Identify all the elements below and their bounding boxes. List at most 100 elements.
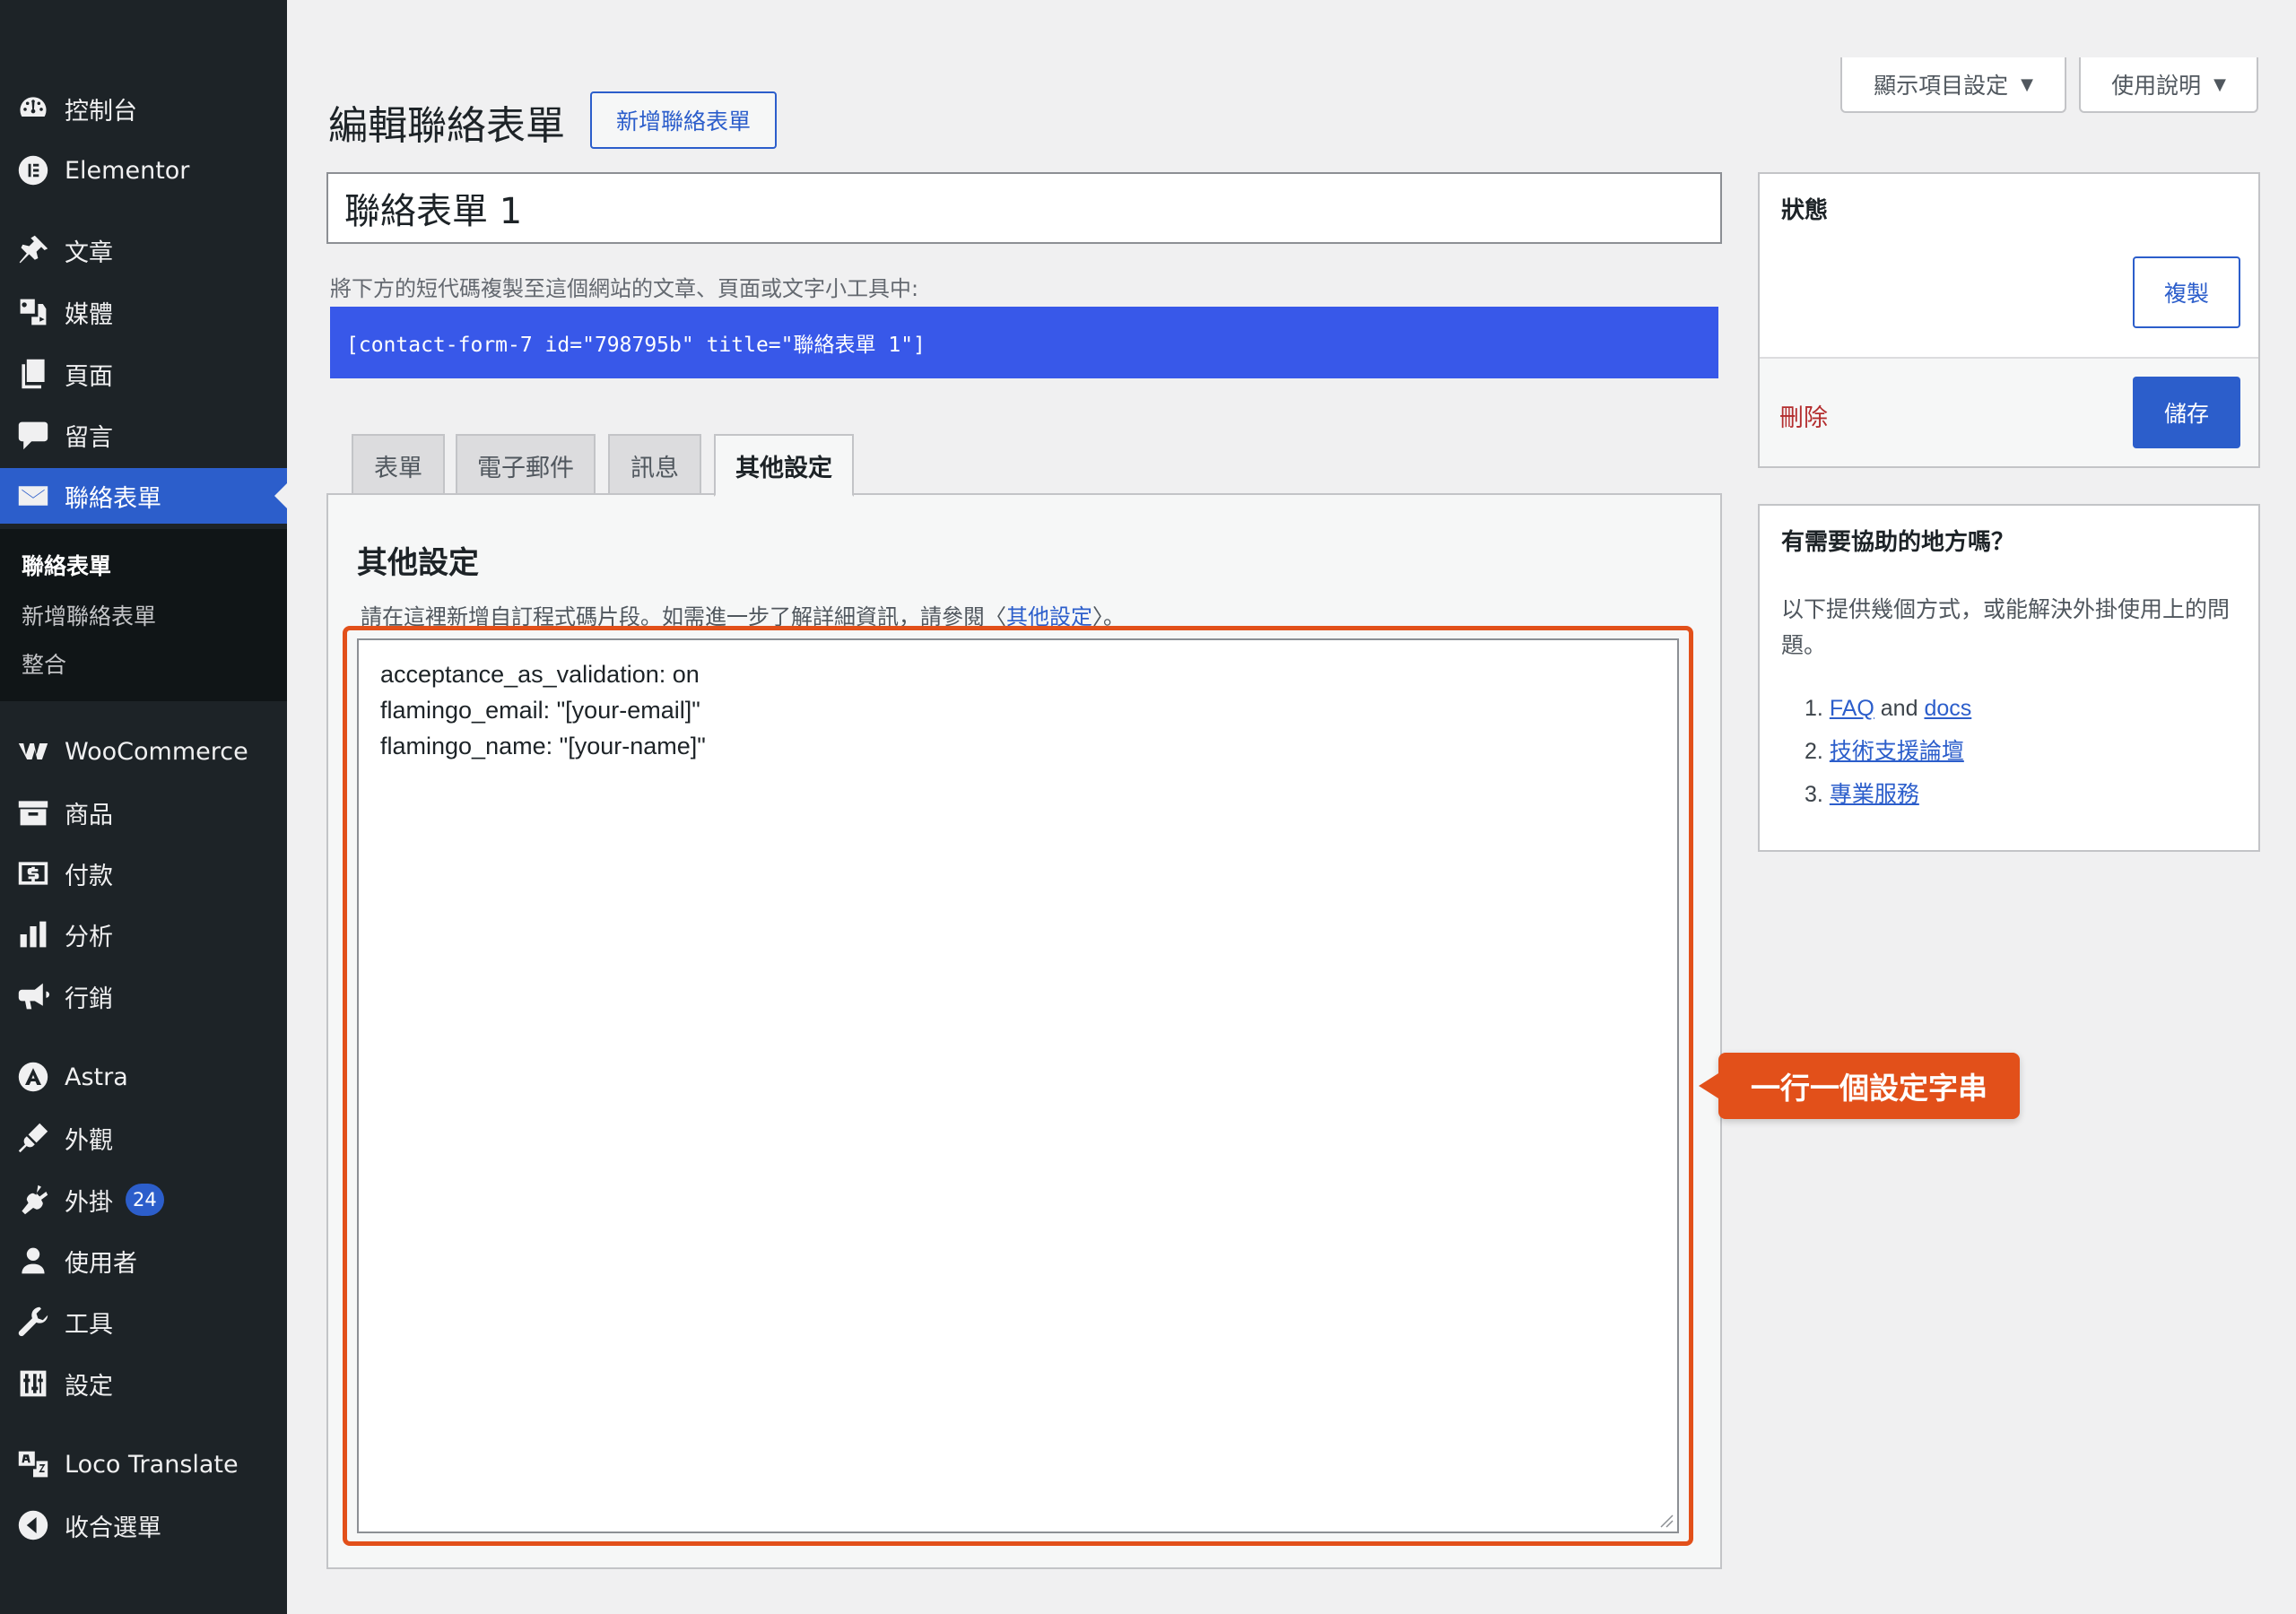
status-actions: 刪除 儲存 — [1760, 357, 2258, 466]
help-box: 有需要協助的地方嗎？ 以下提供幾個方式，或能解決外掛使用上的問題。 1. FAQ… — [1758, 504, 2260, 852]
sidebar-collapse-menu[interactable]: 收合選單 — [0, 1497, 287, 1553]
settings-line: flamingo_email: "[your-email]" — [380, 697, 700, 724]
sidebar-item-comments[interactable]: 留言 — [0, 407, 287, 463]
payment-icon — [0, 846, 65, 901]
sidebar-item-dashboard[interactable]: 控制台 — [0, 81, 287, 136]
support-forum-link[interactable]: 技術支援論壇 — [1830, 739, 1964, 764]
submenu-item-contact-forms[interactable]: 聯絡表單 — [22, 549, 111, 581]
collapse-icon — [0, 1497, 65, 1553]
help-button[interactable]: 使用說明 ▼ — [2079, 57, 2258, 113]
dashboard-icon — [0, 81, 65, 136]
form-title-input[interactable]: 聯絡表單 1 — [326, 172, 1722, 244]
sidebar-item-astra[interactable]: Astra — [0, 1049, 287, 1105]
help-item: 1. FAQ and docs — [1805, 687, 1971, 730]
resize-handle-icon[interactable] — [1659, 1514, 1674, 1528]
sidebar-item-media[interactable]: 媒體 — [0, 284, 287, 340]
list-number: 2. — [1805, 739, 1823, 764]
sidebar-item-loco-translate[interactable]: Loco Translate — [0, 1436, 287, 1492]
sidebar-item-tools[interactable]: 工具 — [0, 1294, 287, 1349]
help-label: 使用說明 — [2111, 73, 2202, 99]
additional-settings-textarea[interactable]: acceptance_as_validation: on flamingo_em… — [357, 638, 1679, 1533]
save-button[interactable]: 儲存 — [2133, 377, 2240, 448]
settings-line: acceptance_as_validation: on — [380, 661, 700, 688]
help-title: 有需要協助的地方嗎？ — [1781, 529, 2015, 556]
woocommerce-icon — [0, 724, 65, 779]
list-number: 3. — [1805, 782, 1823, 807]
astra-icon — [0, 1049, 65, 1105]
megaphone-icon — [0, 968, 65, 1024]
sidebar-item-label: 收合選單 — [65, 1514, 161, 1542]
help-list: 1. FAQ and docs 2. 技術支援論壇 3. 專業服務 — [1805, 687, 1971, 816]
tab-form[interactable]: 表單 — [352, 434, 445, 495]
sidebar-item-woocommerce[interactable]: WooCommerce — [0, 724, 287, 779]
pages-icon — [0, 346, 65, 402]
sidebar-item-label: Elementor — [65, 156, 190, 185]
docs-link[interactable]: docs — [1924, 696, 1971, 721]
sidebar-item-label: 頁面 — [65, 362, 113, 391]
help-item: 3. 專業服務 — [1805, 773, 1971, 816]
delete-link[interactable]: 刪除 — [1779, 398, 1828, 433]
mail-icon — [0, 468, 65, 524]
submenu-item-integration[interactable]: 整合 — [22, 647, 66, 680]
faq-link[interactable]: FAQ — [1830, 696, 1874, 721]
settings-line: flamingo_name: "[your-name]" — [380, 733, 706, 759]
sidebar-item-label: 外觀 — [65, 1126, 113, 1155]
sidebar-item-marketing[interactable]: 行銷 — [0, 968, 287, 1024]
archive-icon — [0, 785, 65, 840]
shortcode-hint: 將下方的短代碼複製至這個網站的文章、頁面或文字小工具中: — [330, 276, 919, 301]
professional-services-link[interactable]: 專業服務 — [1830, 782, 1919, 807]
elementor-icon — [0, 143, 65, 198]
sidebar-item-label: 使用者 — [65, 1249, 137, 1278]
help-item: 2. 技術支援論壇 — [1805, 730, 1971, 773]
plugin-icon — [0, 1172, 65, 1228]
sidebar-item-label: WooCommerce — [65, 737, 248, 766]
and-text: and — [1880, 696, 1918, 721]
translate-icon — [0, 1436, 65, 1492]
sidebar-item-contact[interactable]: 聯絡表單 — [0, 468, 287, 524]
submenu-item-add-new[interactable]: 新增聯絡表單 — [22, 599, 156, 631]
media-icon — [0, 284, 65, 340]
sidebar-item-products[interactable]: 商品 — [0, 785, 287, 840]
status-box: 狀態 複製 刪除 儲存 — [1758, 172, 2260, 468]
sidebar-item-label: 控制台 — [65, 97, 137, 126]
tab-messages[interactable]: 訊息 — [608, 434, 701, 495]
sidebar-item-users[interactable]: 使用者 — [0, 1233, 287, 1289]
panel-heading: 其他設定 — [357, 545, 479, 581]
sidebar-item-label: 聯絡表單 — [65, 484, 161, 513]
page-title: 編輯聯絡表單 — [328, 103, 565, 149]
plugin-update-badge: 24 — [126, 1184, 164, 1216]
sidebar-item-label: 商品 — [65, 801, 113, 829]
status-title: 狀態 — [1781, 197, 1829, 224]
screen-options-button[interactable]: 顯示項目設定 ▼ — [1840, 57, 2066, 113]
tab-additional-settings[interactable]: 其他設定 — [714, 434, 854, 497]
sidebar-item-label: 設定 — [65, 1372, 113, 1401]
analytics-icon — [0, 907, 65, 962]
screen-options-label: 顯示項目設定 — [1874, 73, 2009, 99]
sidebar-item-appearance[interactable]: 外觀 — [0, 1110, 287, 1166]
admin-sidebar: 控制台 Elementor 文章 媒體 頁面 留言 聯絡表單 聯絡表單 新增聯絡… — [0, 0, 287, 1614]
sidebar-item-label: 外掛 — [65, 1188, 113, 1217]
help-description: 以下提供幾個方式，或能解決外掛使用上的問題。 — [1781, 596, 2231, 658]
sidebar-item-pages[interactable]: 頁面 — [0, 346, 287, 402]
sidebar-item-settings[interactable]: 設定 — [0, 1356, 287, 1411]
add-new-contact-form-button[interactable]: 新增聯絡表單 — [590, 91, 777, 149]
sidebar-item-label: 媒體 — [65, 300, 113, 329]
sidebar-item-label: 付款 — [65, 862, 113, 890]
sidebar-item-label: 文章 — [65, 239, 113, 267]
sidebar-item-elementor[interactable]: Elementor — [0, 143, 287, 198]
wrench-icon — [0, 1294, 65, 1349]
duplicate-button[interactable]: 複製 — [2133, 256, 2240, 328]
tab-mail[interactable]: 電子郵件 — [456, 434, 596, 495]
settings-icon — [0, 1356, 65, 1411]
sidebar-item-analytics[interactable]: 分析 — [0, 907, 287, 962]
sidebar-item-posts[interactable]: 文章 — [0, 222, 287, 278]
brush-icon — [0, 1110, 65, 1166]
comment-icon — [0, 407, 65, 463]
sidebar-item-plugins[interactable]: 外掛 24 — [0, 1172, 287, 1228]
sidebar-item-label: 分析 — [65, 923, 113, 951]
sidebar-item-payments[interactable]: 付款 — [0, 846, 287, 901]
sidebar-item-label: Astra — [65, 1063, 128, 1091]
caret-down-icon: ▼ — [2213, 74, 2226, 94]
list-number: 1. — [1805, 696, 1823, 721]
shortcode-field[interactable]: [contact-form-7 id="798795b" title="聯絡表單… — [330, 307, 1718, 378]
